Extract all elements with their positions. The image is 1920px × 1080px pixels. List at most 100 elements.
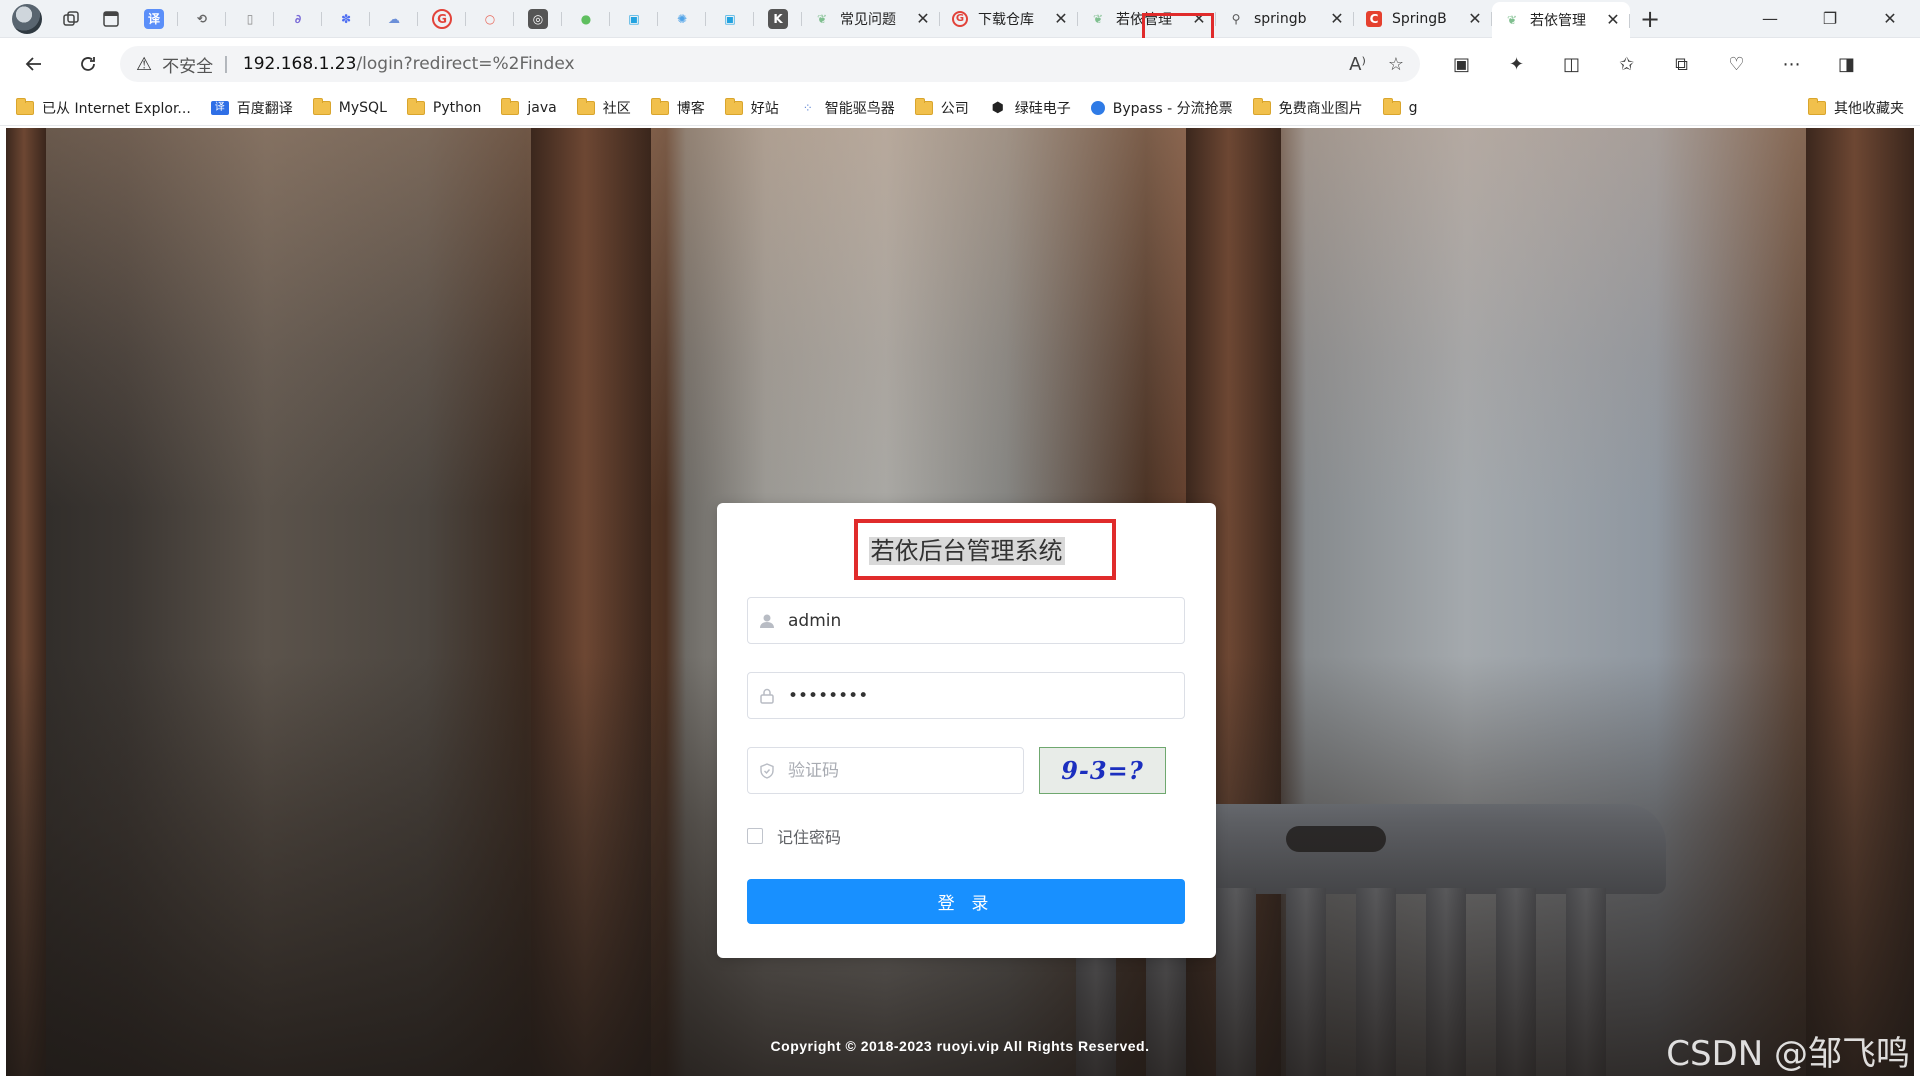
- bookmark-folder[interactable]: 博客: [650, 97, 705, 118]
- bookmark-folder[interactable]: Python: [406, 97, 481, 116]
- security-status[interactable]: 不安全: [162, 52, 213, 77]
- pinned-tab[interactable]: ☁: [370, 0, 418, 38]
- bookmark[interactable]: 译百度翻译: [210, 98, 293, 118]
- tab-close-icon[interactable]: ✕: [1466, 9, 1484, 28]
- baidu-paw-icon: ✽: [340, 11, 352, 26]
- split-screen-icon[interactable]: ◫: [1544, 44, 1599, 84]
- warning-triangle-icon[interactable]: ⚠: [136, 54, 152, 75]
- pinned-tab[interactable]: K: [754, 0, 802, 38]
- pinned-tab[interactable]: ⟲: [178, 0, 226, 38]
- tab-title: springb: [1254, 10, 1307, 27]
- tab-close-icon[interactable]: ✕: [1328, 9, 1346, 28]
- pinned-tab[interactable]: ∂: [274, 0, 322, 38]
- remember-checkbox[interactable]: [747, 828, 763, 844]
- bookmark-folder[interactable]: 好站: [724, 97, 779, 118]
- password-input[interactable]: [786, 684, 1166, 707]
- game-icon[interactable]: ▣: [1434, 44, 1489, 84]
- tab-close-icon[interactable]: ✕: [1052, 9, 1070, 28]
- pinned-tab[interactable]: ◎: [514, 0, 562, 38]
- url-path[interactable]: /login?redirect=%2Findex: [356, 54, 574, 74]
- pinned-tab[interactable]: ▯: [226, 0, 274, 38]
- pinned-tab[interactable]: ●: [562, 0, 610, 38]
- tab-active[interactable]: ❦ 若依管理 ✕: [1492, 1, 1630, 38]
- bookmark-folder[interactable]: java: [501, 97, 557, 116]
- cloud-icon: ☁: [388, 11, 400, 26]
- other-bookmarks[interactable]: 其他收藏夹: [1808, 97, 1904, 118]
- collections-icon[interactable]: ⧉: [1654, 44, 1709, 84]
- leaf-icon: ❦: [816, 11, 828, 26]
- bookmarks-bar: 已从 Internet Explor... 译百度翻译 MySQL Python…: [0, 90, 1920, 126]
- tab[interactable]: G 下载仓库 ✕: [940, 0, 1078, 38]
- bilibili-icon: ▣: [724, 11, 736, 26]
- tab[interactable]: ⚲ springb ✕: [1216, 0, 1354, 38]
- bookmark[interactable]: ⁘ 智能驱鸟器: [799, 98, 895, 118]
- c-logo-icon: C: [1366, 10, 1382, 27]
- back-button[interactable]: [14, 44, 54, 84]
- reload-button[interactable]: [68, 44, 108, 84]
- url-host[interactable]: 192.168.1.23: [243, 54, 357, 74]
- bookmark-folder[interactable]: MySQL: [312, 97, 387, 116]
- bookmark[interactable]: ⬢ 绿硅电子: [989, 98, 1071, 118]
- username-input[interactable]: [786, 609, 1166, 632]
- background-photo-light: [6, 128, 1914, 508]
- captcha-field[interactable]: [747, 747, 1024, 794]
- workspaces-icon[interactable]: [60, 8, 82, 30]
- captcha-image[interactable]: 9-3=?: [1039, 747, 1166, 794]
- tab-actions-icon[interactable]: [100, 8, 122, 30]
- bookmark-label: 已从 Internet Explor...: [42, 100, 191, 117]
- address-bar[interactable]: ⚠ 不安全 | 192.168.1.23 /login?redirect=%2F…: [120, 46, 1420, 82]
- favorite-star-icon[interactable]: ☆: [1388, 54, 1404, 75]
- bookmark-folder[interactable]: g: [1382, 97, 1418, 116]
- pinned-tab[interactable]: G: [418, 0, 466, 38]
- new-tab-button[interactable]: +: [1630, 0, 1670, 38]
- folder-icon: [1382, 97, 1401, 115]
- pinned-tab[interactable]: ✽: [322, 0, 370, 38]
- window-controls: — ❐ ✕: [1740, 0, 1920, 38]
- pinned-tab[interactable]: ▣: [610, 0, 658, 38]
- g-circle-icon: G: [432, 8, 452, 29]
- remember-password[interactable]: 记住密码: [747, 824, 841, 848]
- bookmark-folder[interactable]: 已从 Internet Explor...: [16, 97, 191, 118]
- sidebar-icon[interactable]: ◨: [1819, 44, 1874, 84]
- tab[interactable]: C SpringB ✕: [1354, 0, 1492, 38]
- extensions-icon[interactable]: ✦: [1489, 44, 1544, 84]
- pinned-tab[interactable]: 译: [130, 0, 178, 38]
- tab-title: SpringB: [1392, 10, 1447, 27]
- bookmark-label: 博客: [676, 100, 705, 117]
- address-separator: |: [223, 54, 229, 74]
- bookmark-folder[interactable]: 公司: [914, 97, 969, 118]
- folder-icon: [1808, 97, 1826, 115]
- tab-close-icon[interactable]: ✕: [1604, 10, 1622, 29]
- login-button[interactable]: 登 录: [747, 879, 1185, 924]
- tab-close-icon[interactable]: ✕: [914, 9, 932, 28]
- pinned-tab[interactable]: ✺: [658, 0, 706, 38]
- bookmark-label: 公司: [940, 100, 969, 117]
- tab[interactable]: ❦ 常见问题 ✕: [802, 0, 940, 38]
- remember-label: 记住密码: [777, 828, 842, 847]
- captcha-input[interactable]: [786, 759, 1006, 782]
- k-icon: K: [768, 8, 788, 29]
- bookmark-label: 社区: [602, 100, 631, 117]
- reload-icon: [81, 57, 95, 71]
- restore-button[interactable]: ❐: [1800, 0, 1860, 38]
- g-circle-icon: G: [952, 10, 968, 27]
- bookmark[interactable]: Bypass - 分流抢票: [1090, 98, 1233, 118]
- pinned-tab[interactable]: ▣: [706, 0, 754, 38]
- browser-essentials-icon[interactable]: ♡: [1709, 44, 1764, 84]
- username-field[interactable]: [747, 597, 1185, 644]
- close-window-button[interactable]: ✕: [1860, 0, 1920, 38]
- folder-icon: [16, 97, 34, 115]
- pinned-tab[interactable]: ○: [466, 0, 514, 38]
- circle-icon: ○: [484, 11, 496, 26]
- more-icon[interactable]: ⋯: [1764, 44, 1819, 84]
- chip-icon: ⬢: [991, 99, 1004, 116]
- minimize-button[interactable]: —: [1740, 0, 1800, 38]
- read-aloud-icon[interactable]: A⁾: [1349, 54, 1366, 75]
- password-field[interactable]: [747, 672, 1185, 719]
- back-arrow-icon: [25, 57, 41, 71]
- profile-avatar[interactable]: [12, 3, 42, 34]
- favorites-icon[interactable]: ✩: [1599, 44, 1654, 84]
- bookmark-folder[interactable]: 免费商业图片: [1252, 97, 1363, 118]
- tab-title: 若依管理: [1530, 12, 1586, 29]
- bookmark-folder[interactable]: 社区: [576, 97, 631, 118]
